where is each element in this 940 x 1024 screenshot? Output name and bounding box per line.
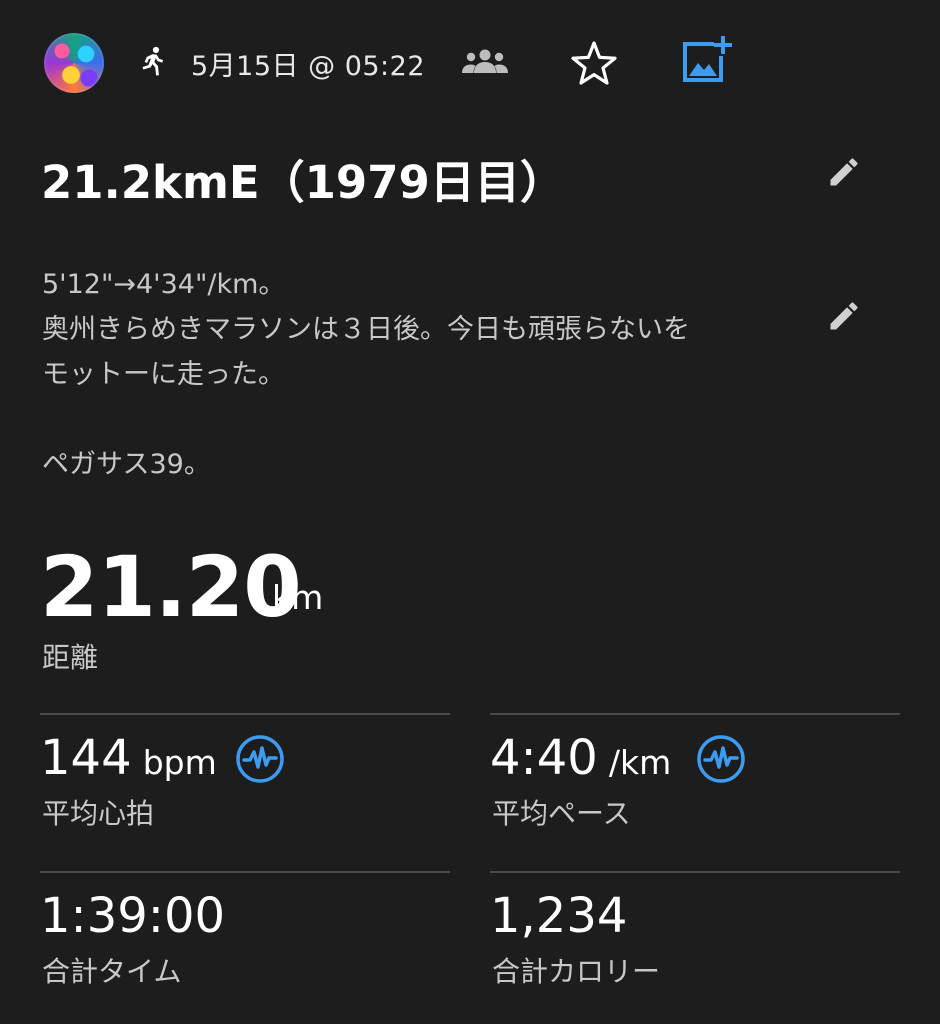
heart-rate-icon[interactable]	[696, 734, 746, 784]
distance-label: 距離	[42, 641, 99, 674]
description-line: 奥州きらめきマラソンは３日後。今日も頑張らないを	[42, 314, 690, 345]
distance-unit: km	[272, 578, 324, 617]
divider	[490, 871, 900, 873]
star-outline-icon[interactable]	[570, 40, 618, 86]
avg-heart-rate-stat: 144 bpm	[40, 730, 217, 786]
heart-rate-label: 平均心拍	[42, 797, 155, 830]
people-group-icon[interactable]	[460, 46, 510, 78]
total-time-label: 合計タイム	[42, 955, 182, 988]
heart-rate-value: 144	[40, 730, 132, 786]
activity-date-time: 5月15日 @ 05:22	[191, 51, 426, 82]
add-photo-icon[interactable]	[680, 34, 736, 84]
description-line: モットーに走った。	[42, 359, 285, 390]
avg-pace-stat: 4:40 /km	[490, 730, 671, 786]
edit-title-pencil-icon[interactable]	[826, 154, 862, 190]
edit-description-pencil-icon[interactable]	[826, 298, 862, 334]
running-person-icon	[134, 44, 168, 80]
activity-description: 5'12"→4'34"/km。 奥州きらめきマラソンは３日後。今日も頑張らないを…	[42, 262, 792, 487]
pace-unit: /km	[608, 743, 672, 782]
heart-rate-icon[interactable]	[235, 734, 285, 784]
calories-label: 合計カロリー	[492, 955, 661, 988]
pace-label: 平均ペース	[492, 797, 631, 830]
heart-rate-unit: bpm	[142, 743, 217, 782]
total-time-value: 1:39:00	[40, 888, 226, 944]
pace-value: 4:40	[490, 730, 598, 786]
activity-title: 21.2kmE（1979日目）	[41, 156, 565, 209]
description-line: 5'12"→4'34"/km。	[42, 269, 286, 300]
description-blank-line	[42, 397, 792, 442]
distance-value: 21.20	[40, 538, 302, 636]
divider	[40, 713, 450, 715]
avatar[interactable]	[44, 33, 104, 93]
divider	[490, 713, 900, 715]
calories-value: 1,234	[490, 888, 628, 944]
description-line: ペガサス39。	[42, 449, 211, 480]
divider	[40, 871, 450, 873]
